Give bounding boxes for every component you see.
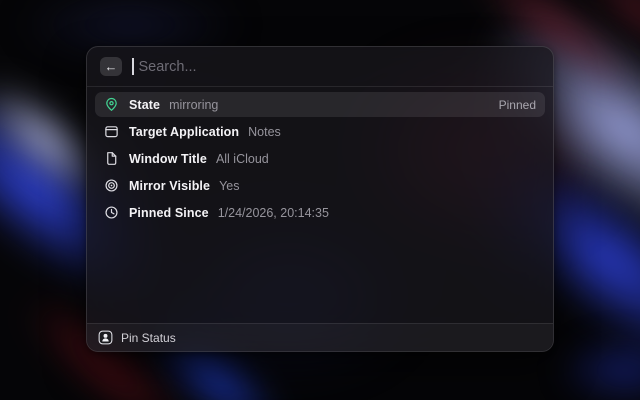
list-item[interactable]: Target Application Notes bbox=[95, 119, 545, 144]
row-value: mirroring bbox=[169, 98, 218, 112]
search-input[interactable] bbox=[139, 59, 541, 75]
document-icon bbox=[104, 151, 119, 166]
list-item[interactable]: Pinned Since 1/24/2026, 20:14:35 bbox=[95, 200, 545, 225]
row-label: Pinned Since bbox=[129, 206, 209, 220]
row-accessory: Pinned bbox=[499, 98, 536, 112]
text-caret bbox=[132, 58, 134, 75]
list-item[interactable]: State mirroring Pinned bbox=[95, 92, 545, 117]
row-value: All iCloud bbox=[216, 152, 269, 166]
arrow-left-icon: ← bbox=[105, 60, 118, 73]
row-label: Window Title bbox=[129, 152, 207, 166]
row-label: Mirror Visible bbox=[129, 179, 210, 193]
bullseye-eye-icon bbox=[104, 178, 119, 193]
footer-bar: Pin Status bbox=[87, 323, 553, 351]
footer-app-title: Pin Status bbox=[121, 331, 176, 345]
clock-icon bbox=[104, 205, 119, 220]
row-value: Notes bbox=[248, 125, 281, 139]
row-value: Yes bbox=[219, 179, 239, 193]
list-item[interactable]: Mirror Visible Yes bbox=[95, 173, 545, 198]
app-window-icon bbox=[104, 124, 119, 139]
result-list: State mirroring Pinned Target Application No… bbox=[87, 87, 553, 225]
back-button[interactable]: ← bbox=[100, 57, 122, 76]
location-pin-icon bbox=[104, 97, 119, 112]
row-value: 1/24/2026, 20:14:35 bbox=[218, 206, 329, 220]
list-item[interactable]: Window Title All iCloud bbox=[95, 146, 545, 171]
row-label: Target Application bbox=[129, 125, 239, 139]
search-bar: ← bbox=[87, 47, 553, 87]
pin-status-app-icon bbox=[98, 330, 113, 345]
row-label: State bbox=[129, 98, 160, 112]
launcher-window: ← State mirroring Pinned Target Application… bbox=[86, 46, 554, 352]
